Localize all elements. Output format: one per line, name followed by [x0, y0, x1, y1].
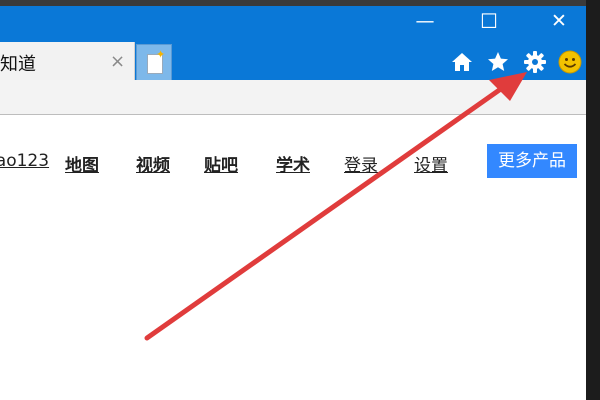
annotation-arrow — [144, 72, 527, 341]
